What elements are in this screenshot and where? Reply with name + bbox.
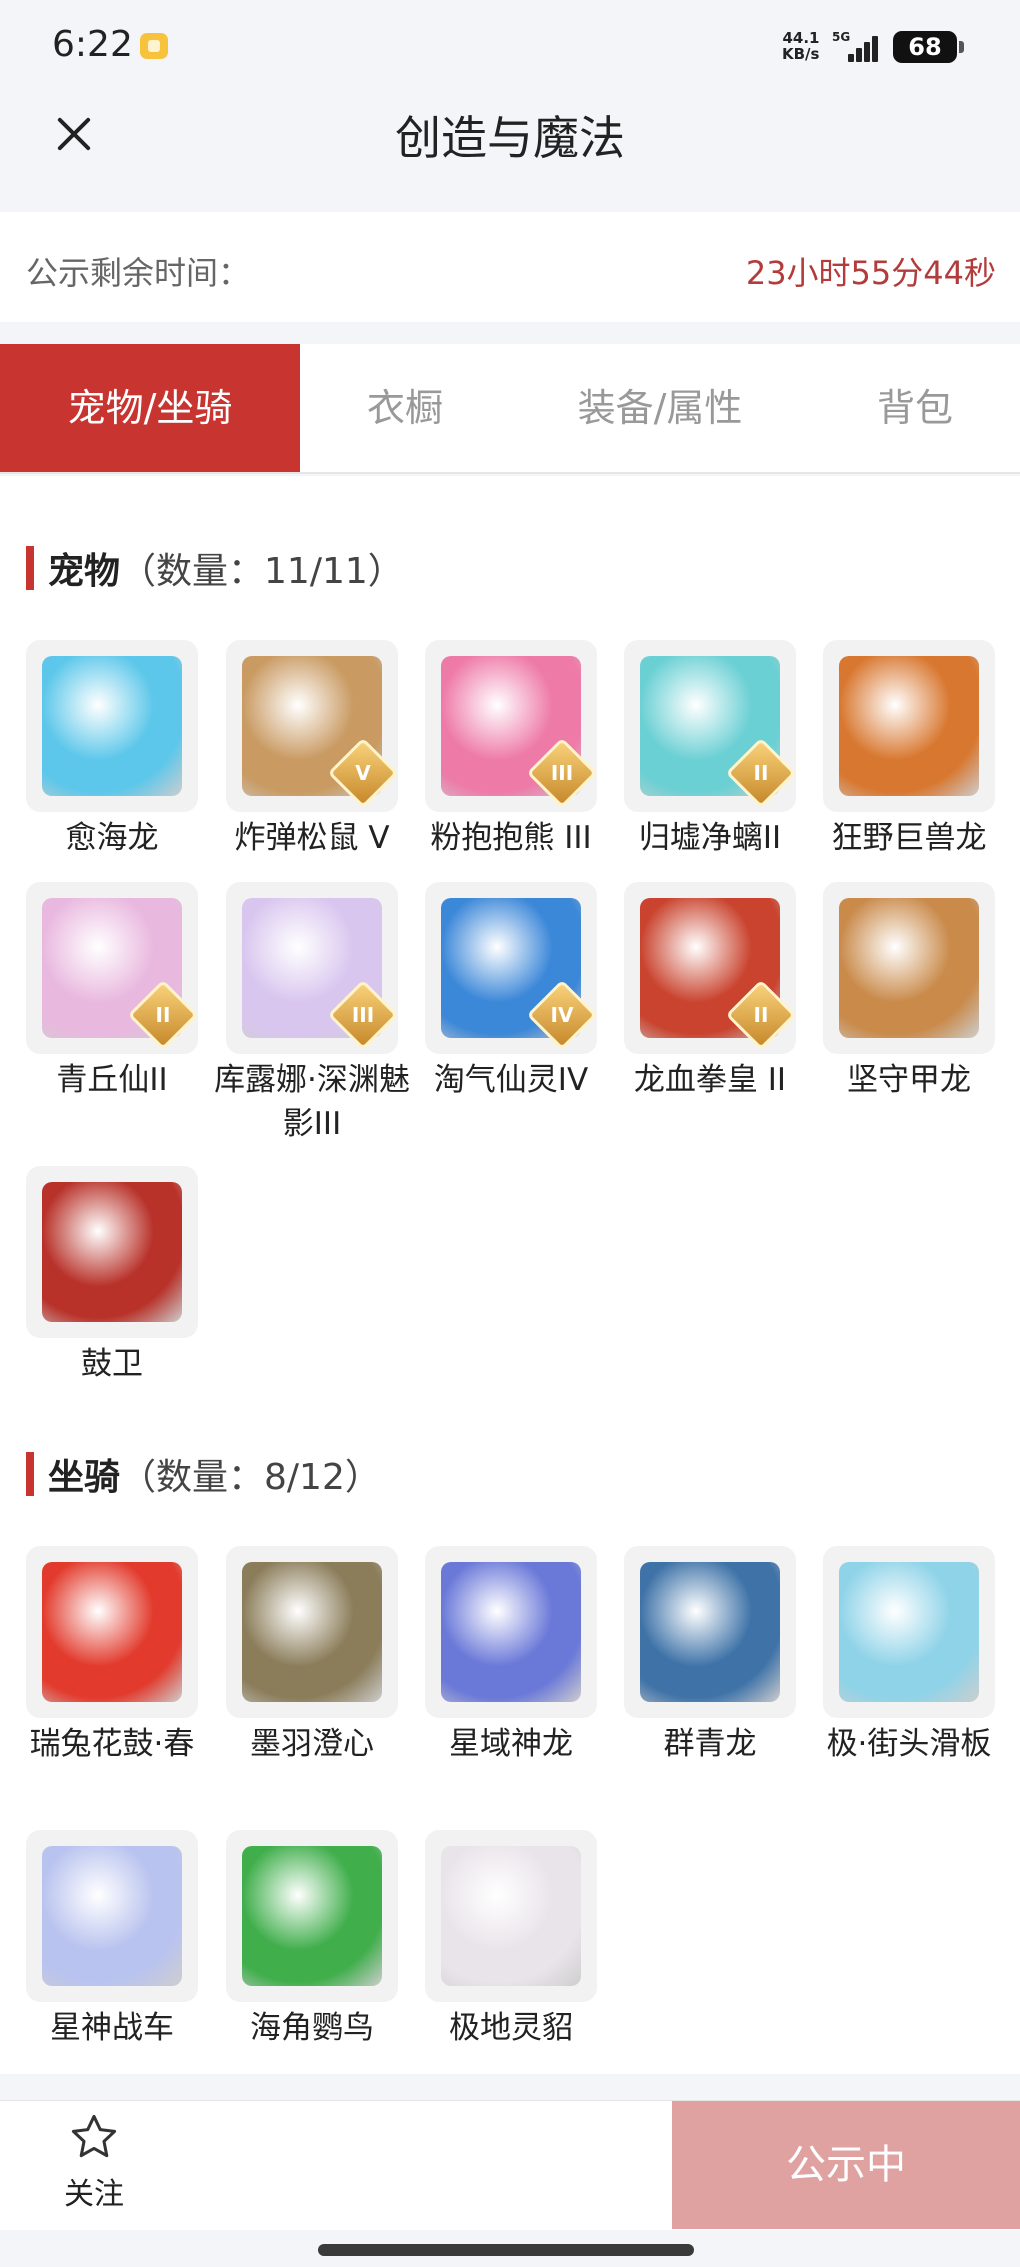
- follow-button[interactable]: 关注: [52, 2111, 136, 2221]
- status-bar: 6:22 44.1 KB/s 5G 68: [0, 0, 1020, 90]
- item-name: 粉抱抱熊 III: [430, 820, 592, 856]
- tab-bar: 宠物/坐骑 衣橱 装备/属性 背包: [0, 344, 1020, 474]
- item-name: 极·街头滑板: [826, 1726, 992, 1762]
- section-count: （数量：11/11）: [120, 551, 404, 592]
- item-name: 星神战车: [50, 2010, 174, 2046]
- item-name: 星域神龙: [449, 1726, 573, 1762]
- rank-badge-label: III: [351, 1003, 375, 1027]
- item-thumbnail: [624, 1546, 796, 1718]
- rank-badge-label: II: [753, 1003, 769, 1027]
- home-indicator: [318, 2244, 694, 2256]
- tab-equipment[interactable]: 装备/属性: [510, 344, 810, 472]
- mounts-section-title: 坐骑 （数量：8/12）: [26, 1452, 381, 1498]
- item-thumbnail: V: [226, 640, 398, 812]
- tab-backpack[interactable]: 背包: [810, 344, 1020, 472]
- item-thumbnail: [823, 640, 995, 812]
- net-speed-unit: KB/s: [782, 45, 820, 63]
- item-thumbnail: [26, 1830, 198, 2002]
- tab-pets-mounts[interactable]: 宠物/坐骑: [0, 344, 300, 472]
- section-name: 坐骑: [48, 1457, 121, 1498]
- section-marker: [26, 1452, 34, 1496]
- item-name: 狂野巨兽龙: [831, 820, 987, 856]
- item-name: 坚守甲龙: [847, 1062, 971, 1098]
- rank-badge-label: II: [753, 761, 769, 785]
- item-thumbnail: II: [26, 882, 198, 1054]
- item-artwork: [839, 1562, 979, 1702]
- item-artwork: [42, 656, 182, 796]
- item-artwork: [42, 1562, 182, 1702]
- item-thumbnail: [226, 1546, 398, 1718]
- item-artwork: [441, 1846, 581, 1986]
- item-name: 龙血拳皇 II: [633, 1062, 787, 1098]
- item-artwork: [42, 1846, 182, 1986]
- countdown-label: 公示剩余时间：: [26, 254, 251, 292]
- rank-badge-label: V: [355, 761, 371, 785]
- section-count: （数量：8/12）: [120, 1457, 381, 1498]
- item-thumbnail: III: [226, 882, 398, 1054]
- countdown-row: 公示剩余时间： 23小时55分44秒: [0, 212, 1020, 322]
- publicity-status-button[interactable]: 公示中: [672, 2101, 1020, 2229]
- item-name: 库露娜·深渊魅影III: [214, 1062, 410, 1142]
- signal-icon: [846, 34, 882, 62]
- page-title: 创造与魔法: [395, 111, 625, 165]
- item-thumbnail: [26, 1166, 198, 1338]
- item-name: 群青龙: [663, 1726, 757, 1762]
- item-artwork: [640, 1562, 780, 1702]
- section-name: 宠物: [48, 551, 121, 592]
- net-speed: 44.1 KB/s: [782, 30, 819, 62]
- item-thumbnail: IV: [425, 882, 597, 1054]
- rank-badge-label: III: [550, 761, 574, 785]
- item-name: 炸弹松鼠 V: [234, 820, 390, 856]
- star-icon: [71, 2114, 117, 2158]
- item-name: 愈海龙: [65, 820, 159, 856]
- item-thumbnail: II: [624, 882, 796, 1054]
- item-name: 鼓卫: [81, 1346, 143, 1382]
- item-thumbnail: [425, 1830, 597, 2002]
- item-artwork: [242, 1562, 382, 1702]
- item-name: 淘气仙灵IV: [433, 1062, 589, 1098]
- app-header: 创造与魔法: [0, 90, 1020, 190]
- section-marker: [26, 546, 34, 590]
- tab-wardrobe[interactable]: 衣橱: [300, 344, 510, 472]
- item-name: 极地灵貂: [449, 2010, 573, 2046]
- pets-section-title: 宠物 （数量：11/11）: [26, 546, 404, 592]
- item-thumbnail: II: [624, 640, 796, 812]
- rank-badge-label: IV: [550, 1003, 574, 1027]
- item-thumbnail: [425, 1546, 597, 1718]
- item-name: 归墟净螭II: [638, 820, 782, 856]
- item-artwork: [441, 1562, 581, 1702]
- item-name: 海角鹦鸟: [250, 2010, 374, 2046]
- item-artwork: [839, 898, 979, 1038]
- item-thumbnail: [823, 1546, 995, 1718]
- item-name: 墨羽澄心: [250, 1726, 374, 1762]
- countdown-value: 23小时55分44秒: [745, 254, 996, 292]
- net-speed-value: 44.1: [782, 29, 820, 47]
- rank-badge-label: II: [155, 1003, 171, 1027]
- item-thumbnail: [823, 882, 995, 1054]
- item-thumbnail: [226, 1830, 398, 2002]
- notification-icon: [140, 33, 168, 59]
- item-artwork: [242, 1846, 382, 1986]
- bottom-bar: 关注 公示中: [0, 2100, 1020, 2230]
- item-thumbnail: [26, 640, 198, 812]
- content-panel: 宠物 （数量：11/11） 愈海龙 V 炸弹松鼠 V III 粉抱抱熊 III II 归墟净…: [0, 476, 1020, 2074]
- item-thumbnail: III: [425, 640, 597, 812]
- item-name: 青丘仙II: [56, 1062, 168, 1098]
- item-name: 瑞兔花鼓·春: [29, 1726, 195, 1762]
- follow-label: 关注: [64, 2177, 124, 2212]
- item-artwork: [839, 656, 979, 796]
- status-time: 6:22: [52, 24, 133, 65]
- battery-icon: 68: [893, 31, 964, 63]
- item-artwork: [42, 1182, 182, 1322]
- item-thumbnail: [26, 1546, 198, 1718]
